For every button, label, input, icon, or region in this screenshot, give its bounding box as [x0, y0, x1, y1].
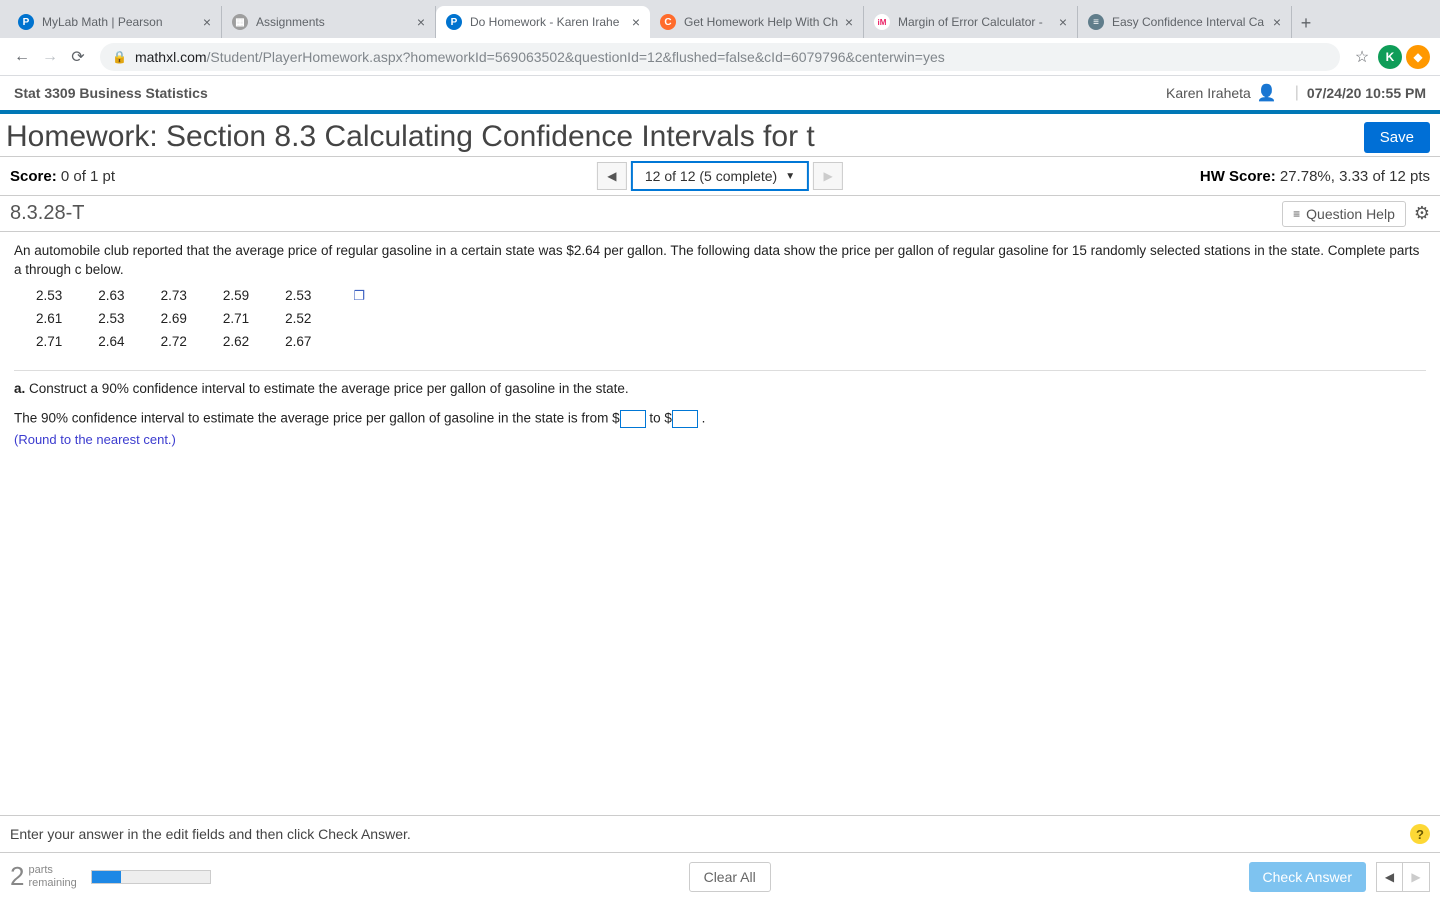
parts-number: 2: [10, 861, 24, 892]
tab-label: Assignments: [256, 15, 411, 29]
prev-question-button[interactable]: ◀: [597, 162, 627, 190]
user-icon[interactable]: 👤: [1257, 83, 1277, 103]
browser-tab[interactable]: ≡ Easy Confidence Interval Ca ×: [1078, 6, 1292, 38]
hw-score-text: HW Score: 27.78%, 3.33 of 12 pts: [1200, 168, 1430, 185]
course-name: Stat 3309 Business Statistics: [14, 85, 208, 101]
extension-icon[interactable]: ◆: [1404, 43, 1432, 71]
tab-label: MyLab Math | Pearson: [42, 15, 197, 29]
divider: |: [1295, 84, 1299, 102]
favicon: P: [446, 14, 462, 30]
favicon: C: [660, 14, 676, 30]
favicon: ▦: [232, 14, 248, 30]
bookmark-icon[interactable]: ☆: [1348, 43, 1376, 71]
browser-tab[interactable]: C Get Homework Help With Ch ×: [650, 6, 864, 38]
tab-label: Get Homework Help With Ch: [684, 15, 839, 29]
address-bar[interactable]: 🔒 mathxl.com/Student/PlayerHomework.aspx…: [100, 43, 1340, 71]
table-row: 2.712.642.722.622.67: [36, 332, 399, 353]
browser-tab[interactable]: P MyLab Math | Pearson ×: [8, 6, 222, 38]
answer-input-lower[interactable]: [620, 410, 646, 428]
close-icon[interactable]: ×: [845, 14, 853, 30]
user-name: Karen Iraheta: [1166, 85, 1251, 101]
close-icon[interactable]: ×: [417, 14, 425, 30]
back-button[interactable]: ←: [8, 43, 36, 71]
tab-label: Easy Confidence Interval Ca: [1112, 15, 1267, 29]
favicon: iM: [874, 14, 890, 30]
favicon: P: [18, 14, 34, 30]
close-icon[interactable]: ×: [632, 14, 640, 30]
footer: Enter your answer in the edit fields and…: [0, 815, 1440, 900]
footer-row: 2 partsremaining Clear All Check Answer …: [0, 853, 1440, 900]
footer-next-button[interactable]: ▶: [1403, 863, 1429, 891]
score-text: Score: 0 of 1 pt: [10, 168, 115, 185]
lock-icon: 🔒: [112, 50, 127, 64]
forward-button[interactable]: →: [36, 43, 64, 71]
answer-input-upper[interactable]: [672, 410, 698, 428]
data-table: 2.532.632.732.592.53 ❐ 2.612.532.692.712…: [34, 284, 401, 355]
check-answer-button[interactable]: Check Answer: [1249, 862, 1366, 892]
progress-bar: [91, 870, 211, 884]
help-badge[interactable]: ?: [1410, 824, 1430, 844]
close-icon[interactable]: ×: [1273, 14, 1281, 30]
browser-tab[interactable]: ▦ Assignments ×: [222, 6, 436, 38]
tab-label: Margin of Error Calculator -: [898, 15, 1053, 29]
homework-title: Homework: Section 8.3 Calculating Confid…: [6, 120, 1364, 154]
browser-toolbar: ← → ⟳ 🔒 mathxl.com/Student/PlayerHomewor…: [0, 38, 1440, 76]
next-question-button[interactable]: ▶: [813, 162, 843, 190]
tab-label: Do Homework - Karen Irahe: [470, 15, 626, 29]
answer-line: The 90% confidence interval to estimate …: [14, 410, 1426, 428]
copy-data-icon[interactable]: ❐: [353, 287, 365, 305]
instruction-bar: Enter your answer in the edit fields and…: [0, 815, 1440, 853]
list-icon: ≡: [1293, 207, 1300, 221]
footer-prev-button[interactable]: ◀: [1377, 863, 1403, 891]
footer-nav: ◀ ▶: [1376, 862, 1430, 892]
round-note: (Round to the nearest cent.): [14, 432, 1426, 447]
question-help-button[interactable]: ≡ Question Help: [1282, 201, 1406, 227]
question-bar: 8.3.28-T ≡ Question Help ⚙: [0, 196, 1440, 232]
question-nav: ◀ 12 of 12 (5 complete)▼ ▶: [597, 161, 843, 191]
table-row: 2.612.532.692.712.52: [36, 309, 399, 330]
question-selector[interactable]: 12 of 12 (5 complete)▼: [631, 161, 809, 191]
reload-button[interactable]: ⟳: [64, 43, 92, 71]
clear-all-button[interactable]: Clear All: [689, 862, 771, 892]
table-row: 2.532.632.732.592.53 ❐: [36, 286, 399, 307]
title-row: Homework: Section 8.3 Calculating Confid…: [0, 114, 1440, 156]
browser-tab[interactable]: iM Margin of Error Calculator - ×: [864, 6, 1078, 38]
question-id: 8.3.28-T: [10, 202, 84, 225]
url-host: mathxl.com: [135, 49, 207, 65]
app-header: Stat 3309 Business Statistics Karen Irah…: [0, 76, 1440, 114]
gear-icon[interactable]: ⚙: [1414, 203, 1430, 224]
browser-tab-active[interactable]: P Do Homework - Karen Irahe ×: [436, 6, 650, 38]
close-icon[interactable]: ×: [203, 14, 211, 30]
browser-tab-bar: P MyLab Math | Pearson × ▦ Assignments ×…: [0, 0, 1440, 38]
chevron-down-icon: ▼: [785, 171, 795, 182]
parts-label: partsremaining: [28, 864, 76, 888]
problem-body: An automobile club reported that the ave…: [0, 232, 1440, 457]
favicon: ≡: [1088, 14, 1104, 30]
problem-prompt: An automobile club reported that the ave…: [14, 242, 1426, 371]
url-path: /Student/PlayerHomework.aspx?homeworkId=…: [207, 49, 945, 65]
save-button[interactable]: Save: [1364, 122, 1430, 153]
new-tab-button[interactable]: +: [1292, 13, 1320, 38]
profile-avatar[interactable]: K: [1376, 43, 1404, 71]
datetime: 07/24/20 10:55 PM: [1307, 85, 1426, 101]
score-row: Score: 0 of 1 pt ◀ 12 of 12 (5 complete)…: [0, 156, 1440, 196]
close-icon[interactable]: ×: [1059, 14, 1067, 30]
part-a: a. Construct a 90% confidence interval t…: [14, 381, 1426, 396]
